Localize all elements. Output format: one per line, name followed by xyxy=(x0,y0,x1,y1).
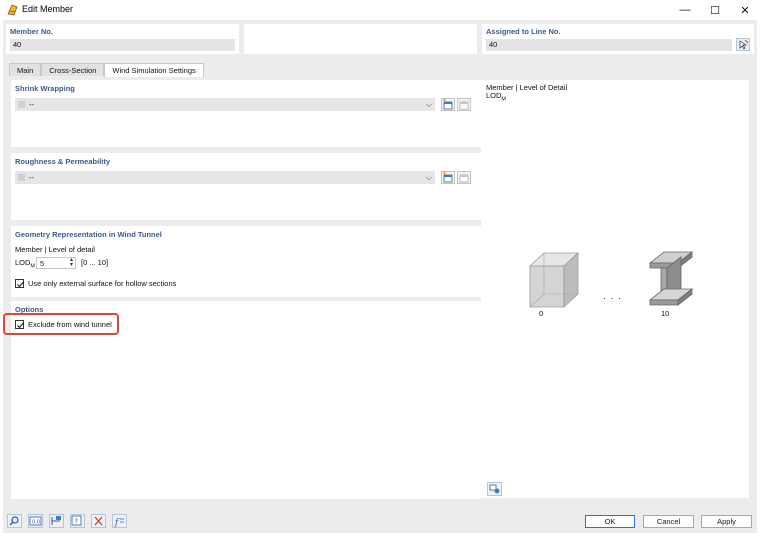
units-tool-button[interactable]: 0.0 xyxy=(28,514,43,528)
tab-cross-section[interactable]: Cross-Section xyxy=(41,63,105,76)
preview-right-caption: 10 xyxy=(661,309,670,318)
pick-line-button[interactable] xyxy=(736,38,750,51)
comment-box[interactable] xyxy=(244,24,477,54)
member-info-icon xyxy=(51,516,61,525)
spinner-arrows-icon[interactable]: ▴ ▾ xyxy=(70,257,73,268)
member-no-field[interactable]: 40 xyxy=(10,39,235,51)
search-icon xyxy=(9,516,19,526)
svg-text:f: f xyxy=(114,518,120,527)
app-icon xyxy=(6,3,19,16)
preview-panel: Member | Level of Detail LODM 0 · · · 10 xyxy=(481,80,749,498)
external-surface-checkbox[interactable] xyxy=(15,279,24,288)
edit-shrink-wrapping-button[interactable] xyxy=(457,98,471,111)
tab-main[interactable]: Main xyxy=(9,63,42,76)
chevron-down-icon: ⌵ xyxy=(425,100,432,109)
member-no-label: Member No. xyxy=(10,27,53,36)
maximize-button[interactable]: ☐ xyxy=(700,0,730,20)
dialog-body: Member No. 40 Assigned to Line No. 40 Ma… xyxy=(3,20,757,533)
apply-button[interactable]: Apply xyxy=(701,515,752,528)
roughness-select[interactable]: -- ⌵ xyxy=(15,171,435,184)
delete-icon xyxy=(94,516,103,526)
help-icon: ? xyxy=(71,515,82,526)
pick-cursor-icon xyxy=(739,39,749,50)
checkmark-icon xyxy=(17,281,24,288)
preview-ellipsis: · · · xyxy=(603,293,622,303)
shrink-wrapping-section: Shrink Wrapping -- ⌵ xyxy=(11,80,481,147)
cancel-button[interactable]: Cancel xyxy=(643,515,694,528)
assigned-line-field[interactable]: 40 xyxy=(486,39,732,51)
member-level-label: Member | Level of detail xyxy=(15,245,95,254)
color-swatch xyxy=(18,174,25,181)
search-tool-button[interactable] xyxy=(7,514,22,528)
exclude-option-highlight xyxy=(3,313,119,335)
edit-item-icon xyxy=(459,101,469,110)
tab-wind-simulation-settings[interactable]: Wind Simulation Settings xyxy=(104,63,204,77)
hollow-section-preview-icon xyxy=(528,252,580,308)
delete-tool-button[interactable] xyxy=(91,514,106,528)
edit-roughness-button[interactable] xyxy=(457,171,471,184)
window-title: Edit Member xyxy=(22,4,74,14)
assigned-line-label: Assigned to Line No. xyxy=(486,27,561,36)
preview-subtitle: LODM xyxy=(486,91,507,103)
display-options-icon xyxy=(489,484,500,494)
new-roughness-button[interactable] xyxy=(441,171,455,184)
roughness-section: Roughness & Permeability -- ⌵ xyxy=(11,153,481,220)
lod-spinner[interactable]: 5 ▴ ▾ xyxy=(36,257,76,269)
i-beam-preview-icon xyxy=(648,251,694,306)
bottom-toolbar: 0.0 ? f OK Cancel Apply xyxy=(3,508,757,533)
ok-button[interactable]: OK xyxy=(585,515,635,528)
close-button[interactable]: ✕ xyxy=(730,0,760,20)
units-icon: 0.0 xyxy=(29,516,42,526)
minimize-button[interactable]: — xyxy=(670,0,700,20)
shrink-wrapping-select[interactable]: -- ⌵ xyxy=(15,98,435,111)
lod-range: [0 ... 10] xyxy=(81,258,109,267)
svg-text:?: ? xyxy=(74,518,78,526)
edit-item-icon xyxy=(459,174,469,183)
roughness-value: -- xyxy=(29,173,34,182)
lod-value: 5 xyxy=(40,259,45,268)
function-tool-button[interactable]: f xyxy=(112,514,127,528)
info-tool-button[interactable] xyxy=(49,514,64,528)
new-item-icon xyxy=(443,172,453,183)
lod-label: LODM xyxy=(15,258,36,270)
assigned-line-box: Assigned to Line No. 40 xyxy=(482,24,754,54)
svg-text:0.0: 0.0 xyxy=(32,520,40,526)
title-bar: Edit Member — ☐ ✕ xyxy=(0,0,760,20)
geometry-title: Geometry Representation in Wind Tunnel xyxy=(15,230,162,239)
help-tool-button[interactable]: ? xyxy=(70,514,85,528)
color-swatch xyxy=(18,101,25,108)
tab-strip: Main Cross-Section Wind Simulation Setti… xyxy=(9,63,204,77)
function-icon: f xyxy=(114,518,124,528)
geometry-section: Geometry Representation in Wind Tunnel M… xyxy=(11,226,481,297)
preview-options-button[interactable] xyxy=(487,482,502,496)
shrink-wrapping-title: Shrink Wrapping xyxy=(15,84,75,93)
shrink-wrapping-value: -- xyxy=(29,100,34,109)
preview-left-caption: 0 xyxy=(539,309,544,318)
member-no-box: Member No. 40 xyxy=(6,24,239,54)
roughness-title: Roughness & Permeability xyxy=(15,157,111,166)
new-item-icon xyxy=(443,99,453,110)
chevron-down-icon: ⌵ xyxy=(425,173,432,182)
external-surface-label: Use only external surface for hollow sec… xyxy=(28,279,177,288)
new-shrink-wrapping-button[interactable] xyxy=(441,98,455,111)
